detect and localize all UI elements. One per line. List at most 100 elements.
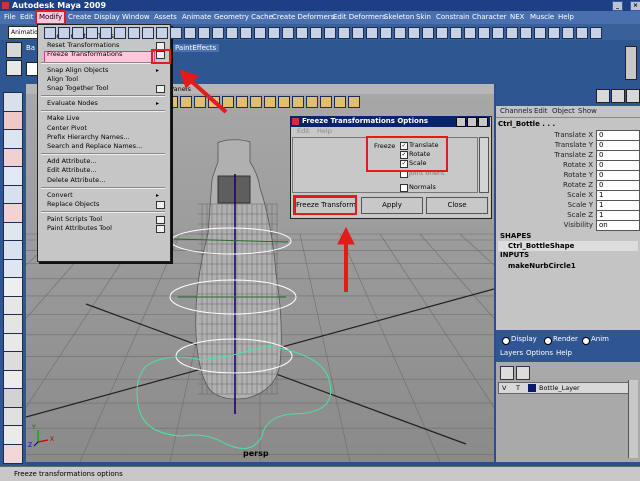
modify-menu-item-prefix-hierarchy-names[interactable]: Prefix Hierarchy Names...	[47, 133, 130, 142]
menu-animate[interactable]: Animate	[182, 12, 211, 23]
menu-constrain[interactable]: Constrain	[436, 12, 470, 23]
shelf-menu-icon[interactable]	[6, 42, 22, 58]
attr-value-field[interactable]: on	[596, 220, 640, 231]
toolbox-tool-icon[interactable]	[3, 277, 23, 297]
toolbox-tool-icon[interactable]	[3, 425, 23, 445]
status-tool-icon[interactable]	[492, 27, 504, 39]
viewport-toolbar-icon[interactable]	[306, 96, 318, 108]
viewport-toolbar-icon[interactable]	[348, 96, 360, 108]
status-tool-icon[interactable]	[408, 27, 420, 39]
option-box-icon[interactable]	[156, 201, 165, 209]
viewport-toolbar-icon[interactable]	[208, 96, 220, 108]
status-tool-icon[interactable]	[170, 27, 182, 39]
toolbox-tool-icon[interactable]	[3, 129, 23, 149]
toolbox-tool-icon[interactable]	[3, 166, 23, 186]
modify-menu-item-freeze-transformations[interactable]: Freeze Transformations	[47, 50, 122, 59]
modify-menu-item-add-attribute[interactable]: Add Attribute...	[47, 157, 97, 166]
menu-nex[interactable]: NEX	[510, 12, 524, 23]
menu-set-dropdown[interactable]: Animation	[8, 26, 42, 39]
menu-muscle[interactable]: Muscle	[530, 12, 554, 23]
toolbox-tool-icon[interactable]	[3, 184, 23, 205]
render-radio[interactable]	[544, 337, 552, 345]
apply-button[interactable]: Apply	[361, 197, 423, 214]
status-tool-icon[interactable]	[240, 27, 252, 39]
status-tool-icon[interactable]	[72, 27, 84, 39]
dialog-minimize-button[interactable]	[456, 117, 466, 127]
modify-menu-item-search-and-replace-names[interactable]: Search and Replace Names...	[47, 142, 142, 151]
status-tool-icon[interactable]	[324, 27, 336, 39]
shelf-scroll[interactable]	[625, 46, 637, 80]
layer-visibility-toggle[interactable]: V	[502, 383, 506, 393]
toolbox-tool-icon[interactable]	[3, 295, 23, 316]
new-layer-selected-icon[interactable]	[516, 366, 530, 380]
menu-window[interactable]: Window	[122, 12, 150, 23]
menu-edit-deformers[interactable]: Edit Deformers	[333, 12, 386, 23]
close-button-dialog[interactable]: Close	[426, 197, 488, 214]
modify-menu-item-snap-align-objects[interactable]: Snap Align Objects	[47, 66, 108, 75]
channel-box-toggle-icon[interactable]	[596, 89, 610, 103]
attr-label[interactable]: Visibility	[498, 220, 593, 230]
status-tool-icon[interactable]	[464, 27, 476, 39]
viewport-toolbar-icon[interactable]	[320, 96, 332, 108]
status-tool-icon[interactable]	[394, 27, 406, 39]
status-tool-icon[interactable]	[198, 27, 210, 39]
menu-skin[interactable]: Skin	[416, 12, 431, 23]
status-tool-icon[interactable]	[366, 27, 378, 39]
attr-label[interactable]: Rotate Y	[498, 170, 593, 180]
toolbox-tool-icon[interactable]	[3, 351, 23, 371]
modify-menu-item-replace-objects[interactable]: Replace Objects	[47, 200, 99, 209]
dialog-maximize-button[interactable]	[467, 117, 477, 127]
status-tool-icon[interactable]	[114, 27, 126, 39]
option-box-icon[interactable]	[156, 85, 165, 93]
layer-row[interactable]: V T Bottle_Layer	[498, 382, 630, 394]
status-tool-icon[interactable]	[310, 27, 322, 39]
modify-menu-item-convert[interactable]: Convert	[47, 191, 73, 200]
panels-menu[interactable]: Panels	[170, 85, 191, 93]
modify-menu-item-delete-attribute[interactable]: Delete Attribute...	[47, 176, 105, 185]
dialog-close-button[interactable]	[478, 117, 488, 127]
viewport-toolbar-icon[interactable]	[194, 96, 206, 108]
show-menu[interactable]: Show	[578, 106, 597, 117]
toolbox-tool-icon[interactable]	[3, 332, 23, 353]
status-tool-icon[interactable]	[562, 27, 574, 39]
shelf-tab-painteffects[interactable]: PaintEffects	[172, 44, 220, 52]
modify-menu-item-evaluate-nodes[interactable]: Evaluate Nodes	[47, 99, 98, 108]
attr-label[interactable]: Translate X	[498, 130, 593, 140]
toolbox-tool-icon[interactable]	[3, 369, 23, 390]
shape-name[interactable]: Ctrl_BottleShape	[508, 242, 574, 250]
status-tool-icon[interactable]	[576, 27, 588, 39]
status-tool-icon[interactable]	[282, 27, 294, 39]
attr-label[interactable]: Rotate X	[498, 160, 593, 170]
modify-menu-item-align-tool[interactable]: Align Tool	[47, 75, 78, 84]
menu-file[interactable]: File	[4, 12, 16, 23]
checkbox-normals[interactable]	[400, 184, 408, 192]
option-box-icon[interactable]	[156, 225, 165, 234]
status-tool-icon[interactable]	[268, 27, 280, 39]
help-menu[interactable]: Help	[556, 349, 572, 357]
attr-label[interactable]: Scale X	[498, 190, 593, 200]
toolbox-tool-icon[interactable]	[3, 221, 23, 242]
viewport-toolbar-icon[interactable]	[292, 96, 304, 108]
dialog-scrollbar[interactable]	[479, 137, 489, 193]
menu-edit[interactable]: Edit	[20, 12, 34, 23]
toolbox-tool-icon[interactable]	[3, 203, 23, 223]
modify-menu-item-snap-together-tool[interactable]: Snap Together Tool	[47, 84, 108, 93]
status-tool-icon[interactable]	[436, 27, 448, 39]
menu-assets[interactable]: Assets	[154, 12, 177, 23]
status-tool-icon[interactable]	[380, 27, 392, 39]
status-tool-icon[interactable]	[184, 27, 196, 39]
shelf-tab[interactable]: Ba	[26, 44, 35, 52]
layer-name[interactable]: Bottle_Layer	[539, 383, 580, 393]
modify-menu-item-make-live[interactable]: Make Live	[47, 114, 79, 123]
status-tool-icon[interactable]	[226, 27, 238, 39]
viewport-toolbar-icon[interactable]	[222, 96, 234, 108]
menu-create-deformers[interactable]: Create Deformers	[272, 12, 334, 23]
status-tool-icon[interactable]	[296, 27, 308, 39]
display-radio[interactable]	[502, 337, 510, 345]
viewport-toolbar-icon[interactable]	[250, 96, 262, 108]
toolbox-tool-icon[interactable]	[3, 388, 23, 408]
tool-settings-toggle-icon[interactable]	[626, 89, 640, 103]
menu-create[interactable]: Create	[68, 12, 91, 23]
status-tool-icon[interactable]	[128, 27, 140, 39]
status-tool-icon[interactable]	[156, 27, 168, 39]
